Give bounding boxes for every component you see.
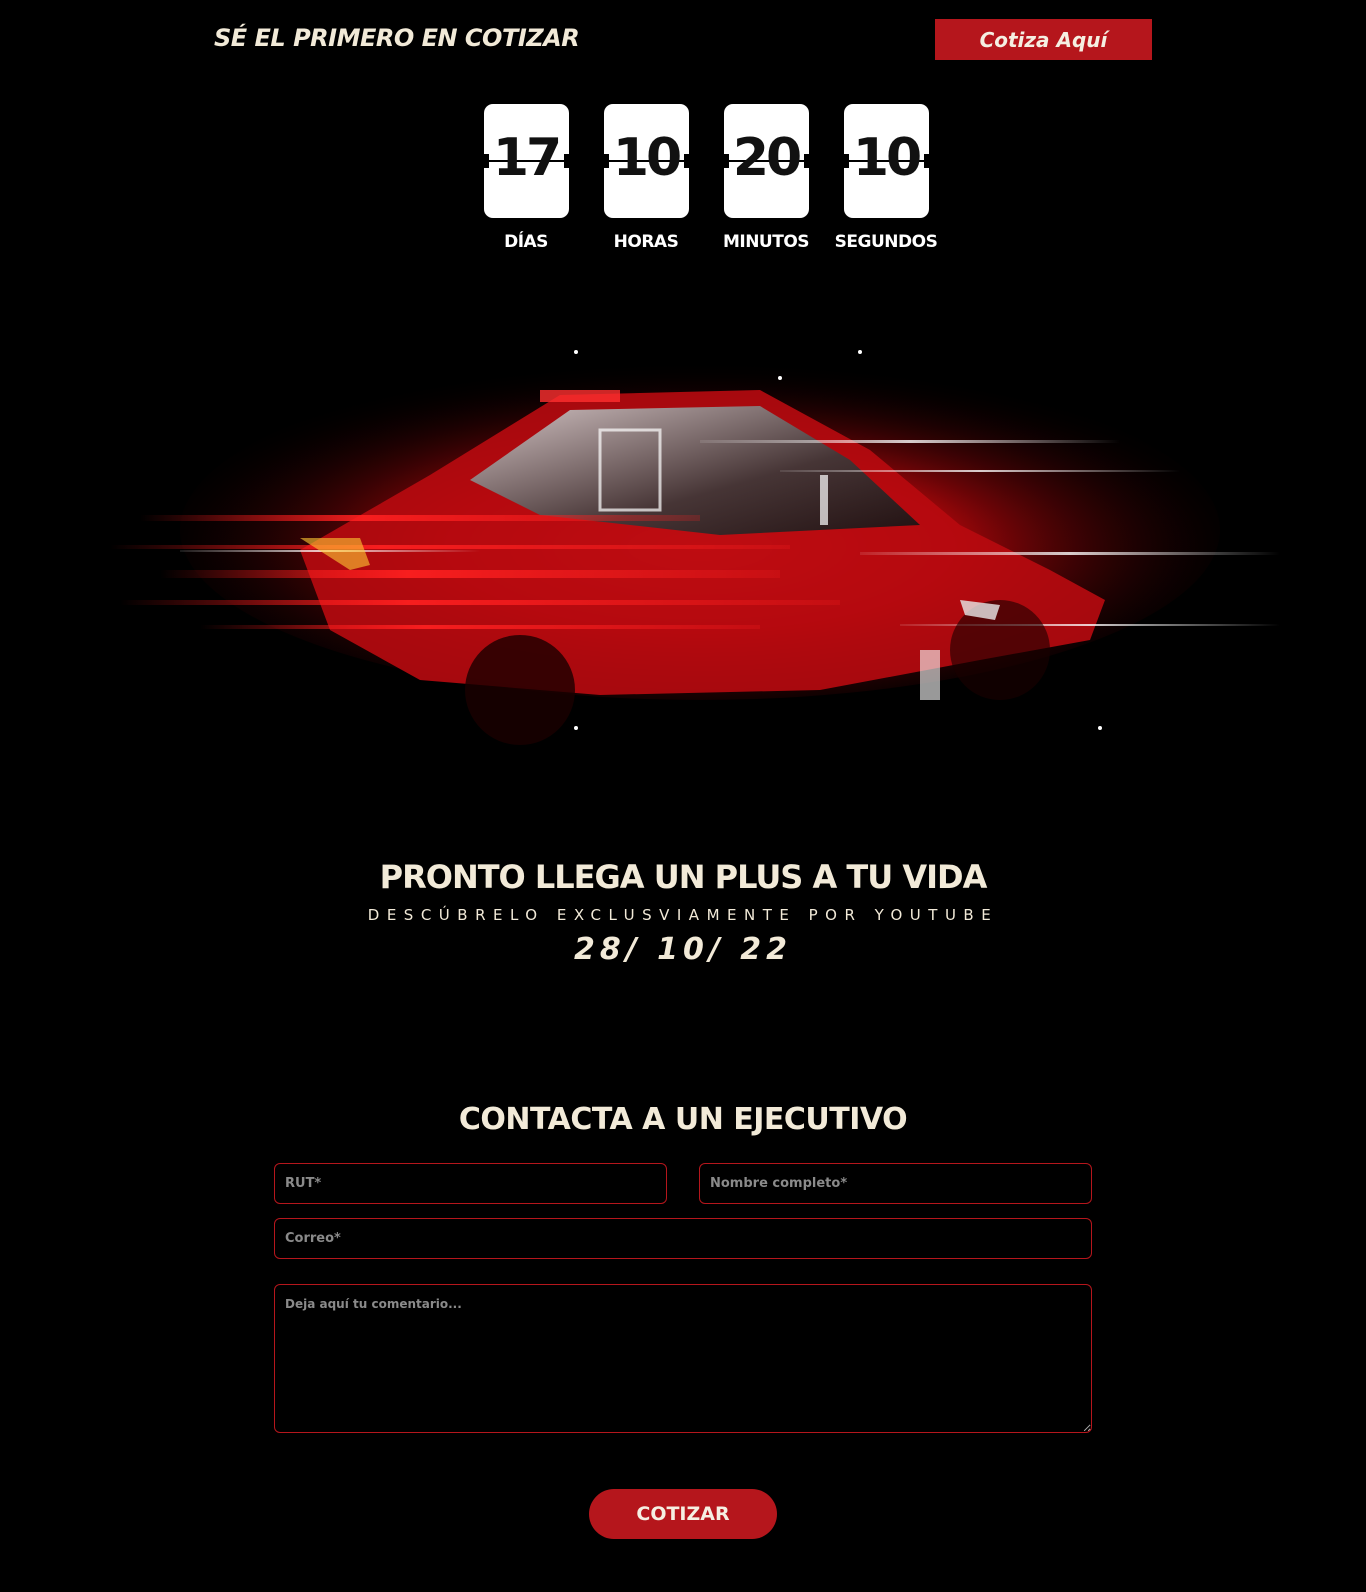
countdown-card: 17 bbox=[483, 104, 569, 218]
countdown-label: HORAS bbox=[613, 232, 679, 252]
cotiza-aqui-button[interactable]: Cotiza Aquí bbox=[935, 19, 1152, 60]
countdown-value: 10 bbox=[852, 128, 922, 188]
countdown-hours: 10 HORAS bbox=[586, 104, 706, 252]
countdown-label: DÍAS bbox=[504, 232, 548, 252]
countdown-seconds: 10 SEGUNDOS bbox=[826, 104, 946, 252]
countdown-card: 10 bbox=[603, 104, 689, 218]
promo-date: 28/ 10/ 22 bbox=[573, 932, 793, 967]
nombre-completo-field[interactable] bbox=[699, 1163, 1092, 1204]
countdown-timer: 17 DÍAS 10 HORAS 20 MINUTOS 10 SEGUNDOS bbox=[466, 104, 946, 264]
comment-textarea[interactable] bbox=[274, 1284, 1092, 1433]
contact-title: CONTACTA A UN EJECUTIVO bbox=[458, 1102, 908, 1137]
hero-car-image bbox=[0, 300, 1366, 770]
header-tagline: SÉ EL PRIMERO EN COTIZAR bbox=[214, 24, 580, 52]
countdown-value: 10 bbox=[612, 128, 682, 188]
countdown-minutes: 20 MINUTOS bbox=[706, 104, 826, 252]
countdown-value: 17 bbox=[492, 128, 562, 188]
countdown-value: 20 bbox=[732, 128, 802, 188]
countdown-card: 20 bbox=[723, 104, 809, 218]
countdown-days: 17 DÍAS bbox=[466, 104, 586, 252]
cotizar-submit-button[interactable]: COTIZAR bbox=[589, 1489, 777, 1539]
countdown-card: 10 bbox=[843, 104, 929, 218]
countdown-label: MINUTOS bbox=[722, 232, 810, 252]
correo-field[interactable] bbox=[274, 1218, 1092, 1259]
promo-title: PRONTO LLEGA UN PLUS A TU VIDA bbox=[379, 858, 988, 896]
countdown-label: SEGUNDOS bbox=[834, 232, 938, 252]
rut-field[interactable] bbox=[274, 1163, 667, 1204]
promo-subtitle: DESCÚBRELO EXCLUSVIAMENTE POR YOUTUBE bbox=[367, 906, 999, 924]
